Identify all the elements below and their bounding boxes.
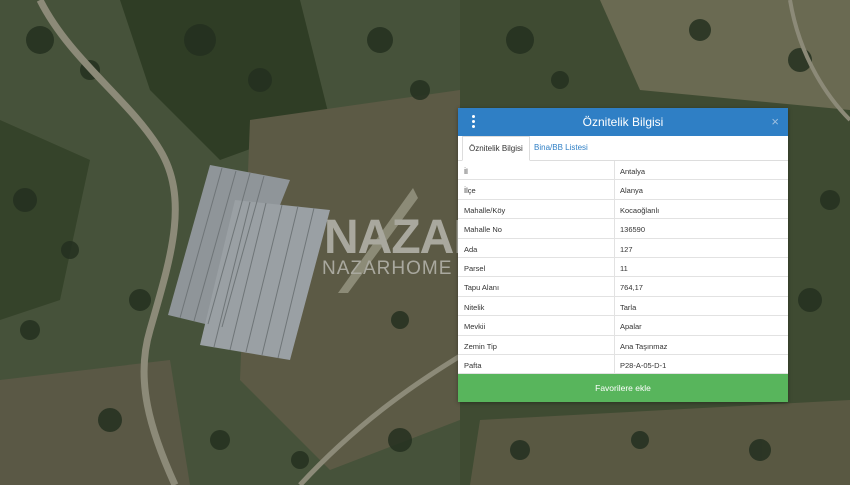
row-value: 136590 [620,225,646,235]
row-value: Apalar [620,322,642,332]
row-value: Tarla [620,302,637,312]
close-icon[interactable]: × [771,114,779,129]
row-key: İlçe [464,186,476,196]
row-value: 11 [620,263,628,273]
row-key: Mahalle/Köy [464,205,506,215]
row-key: Nitelik [464,302,485,312]
panel-header: Öznitelik Bilgisi × [458,108,788,136]
table-row: Parsel 11 [458,257,788,278]
row-value: 127 [620,244,633,254]
row-value: Kocaoğlanlı [620,205,660,215]
attribute-info-panel: Öznitelik Bilgisi × Öznitelik Bilgisi Bi… [458,108,788,402]
table-row: Zemin Tip Ana Taşınmaz [458,335,788,355]
row-key: İl [464,167,468,176]
table-row: İl Antalya [458,161,788,181]
row-value: 764,17 [620,283,643,293]
row-key: Tapu Alanı [464,283,500,293]
row-value: Alanya [620,186,643,196]
row-key: Parsel [464,263,486,273]
tab-building-list[interactable]: Bina/BB Listesi [528,136,594,160]
table-row: Ada 127 [458,238,788,258]
panel-tabs: Öznitelik Bilgisi Bina/BB Listesi [458,136,788,161]
tab-attribute-info[interactable]: Öznitelik Bilgisi [462,136,530,161]
row-key: Mevkii [464,322,486,332]
row-key: Pafta [464,360,482,370]
row-value: P28-A-05-D-1 [620,360,667,370]
panel-title: Öznitelik Bilgisi [582,115,664,129]
row-value: Antalya [620,167,646,176]
table-row: Mahalle No 136590 [458,219,788,239]
table-row: Tapu Alanı 764,17 [458,277,788,297]
row-key: Zemin Tip [464,341,497,351]
add-to-favorites-button[interactable]: Favorilere ekle [458,374,788,402]
table-row: Mevkii Apalar [458,316,788,336]
row-key: Ada [464,244,478,254]
attribute-table: İl Antalya İlçe Alanya Mahalle/Köy Kocaoğla… [458,161,788,375]
row-value: Ana Taşınmaz [620,341,668,351]
table-row: Mahalle/Köy Kocaoğlanlı [458,199,788,220]
table-row: İlçe Alanya [458,180,788,200]
table-row: Nitelik Tarla [458,296,788,317]
table-row: Pafta P28-A-05-D-1 [458,354,788,375]
row-key: Mahalle No [464,225,502,235]
